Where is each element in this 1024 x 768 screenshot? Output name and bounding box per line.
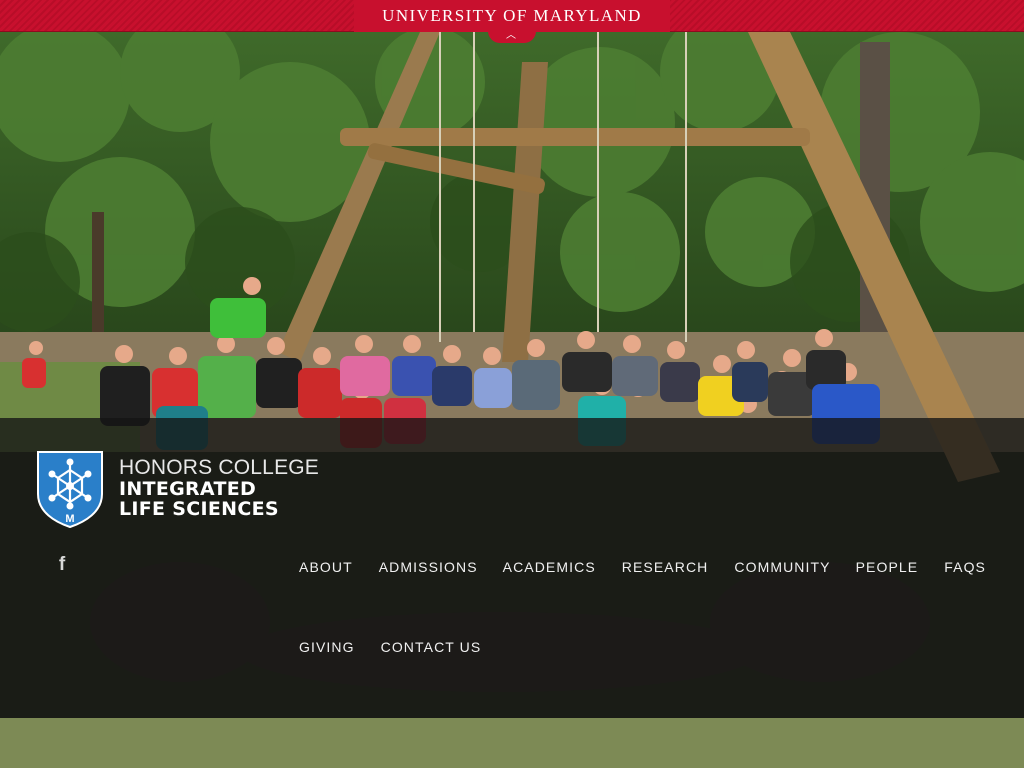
nav-research[interactable]: RESEARCH	[622, 559, 709, 575]
header-overlay: M HONORS COLLEGE INTEGRATED LIFE SCIENCE…	[0, 418, 1024, 718]
nav-giving[interactable]: GIVING	[299, 639, 355, 655]
university-notch: ︿	[488, 31, 536, 43]
logo-line-integrated: INTEGRATED	[119, 478, 257, 500]
shield-logo-icon: M	[37, 451, 103, 528]
university-bar: UNIVERSITY OF MARYLAND	[0, 0, 1024, 32]
nav-about[interactable]: ABOUT	[299, 559, 353, 575]
nav-faqs[interactable]: FAQS	[944, 559, 986, 575]
chevron-up-icon: ︿	[506, 30, 516, 41]
main-nav-row-2: GIVING CONTACT US	[299, 639, 481, 655]
nav-community[interactable]: COMMUNITY	[734, 559, 830, 575]
nav-admissions[interactable]: ADMISSIONS	[379, 559, 478, 575]
main-nav-row-1: ABOUT ADMISSIONS ACADEMICS RESEARCH COMM…	[299, 559, 986, 575]
nav-academics[interactable]: ACADEMICS	[503, 559, 596, 575]
facebook-icon[interactable]: f	[54, 554, 70, 575]
university-tab[interactable]: UNIVERSITY OF MARYLAND	[354, 0, 670, 32]
logo-line-life-sciences: LIFE SCIENCES	[119, 498, 279, 520]
nav-people[interactable]: PEOPLE	[856, 559, 919, 575]
shield-letter: M	[65, 513, 74, 525]
site-logo[interactable]: M HONORS COLLEGE INTEGRATED LIFE SCIENCE…	[35, 448, 319, 528]
logo-text: HONORS COLLEGE INTEGRATED LIFE SCIENCES	[119, 456, 320, 520]
nav-contact-us[interactable]: CONTACT US	[381, 639, 482, 655]
university-title[interactable]: UNIVERSITY OF MARYLAND	[382, 6, 642, 26]
logo-line-honors-college: HONORS COLLEGE	[119, 456, 320, 479]
